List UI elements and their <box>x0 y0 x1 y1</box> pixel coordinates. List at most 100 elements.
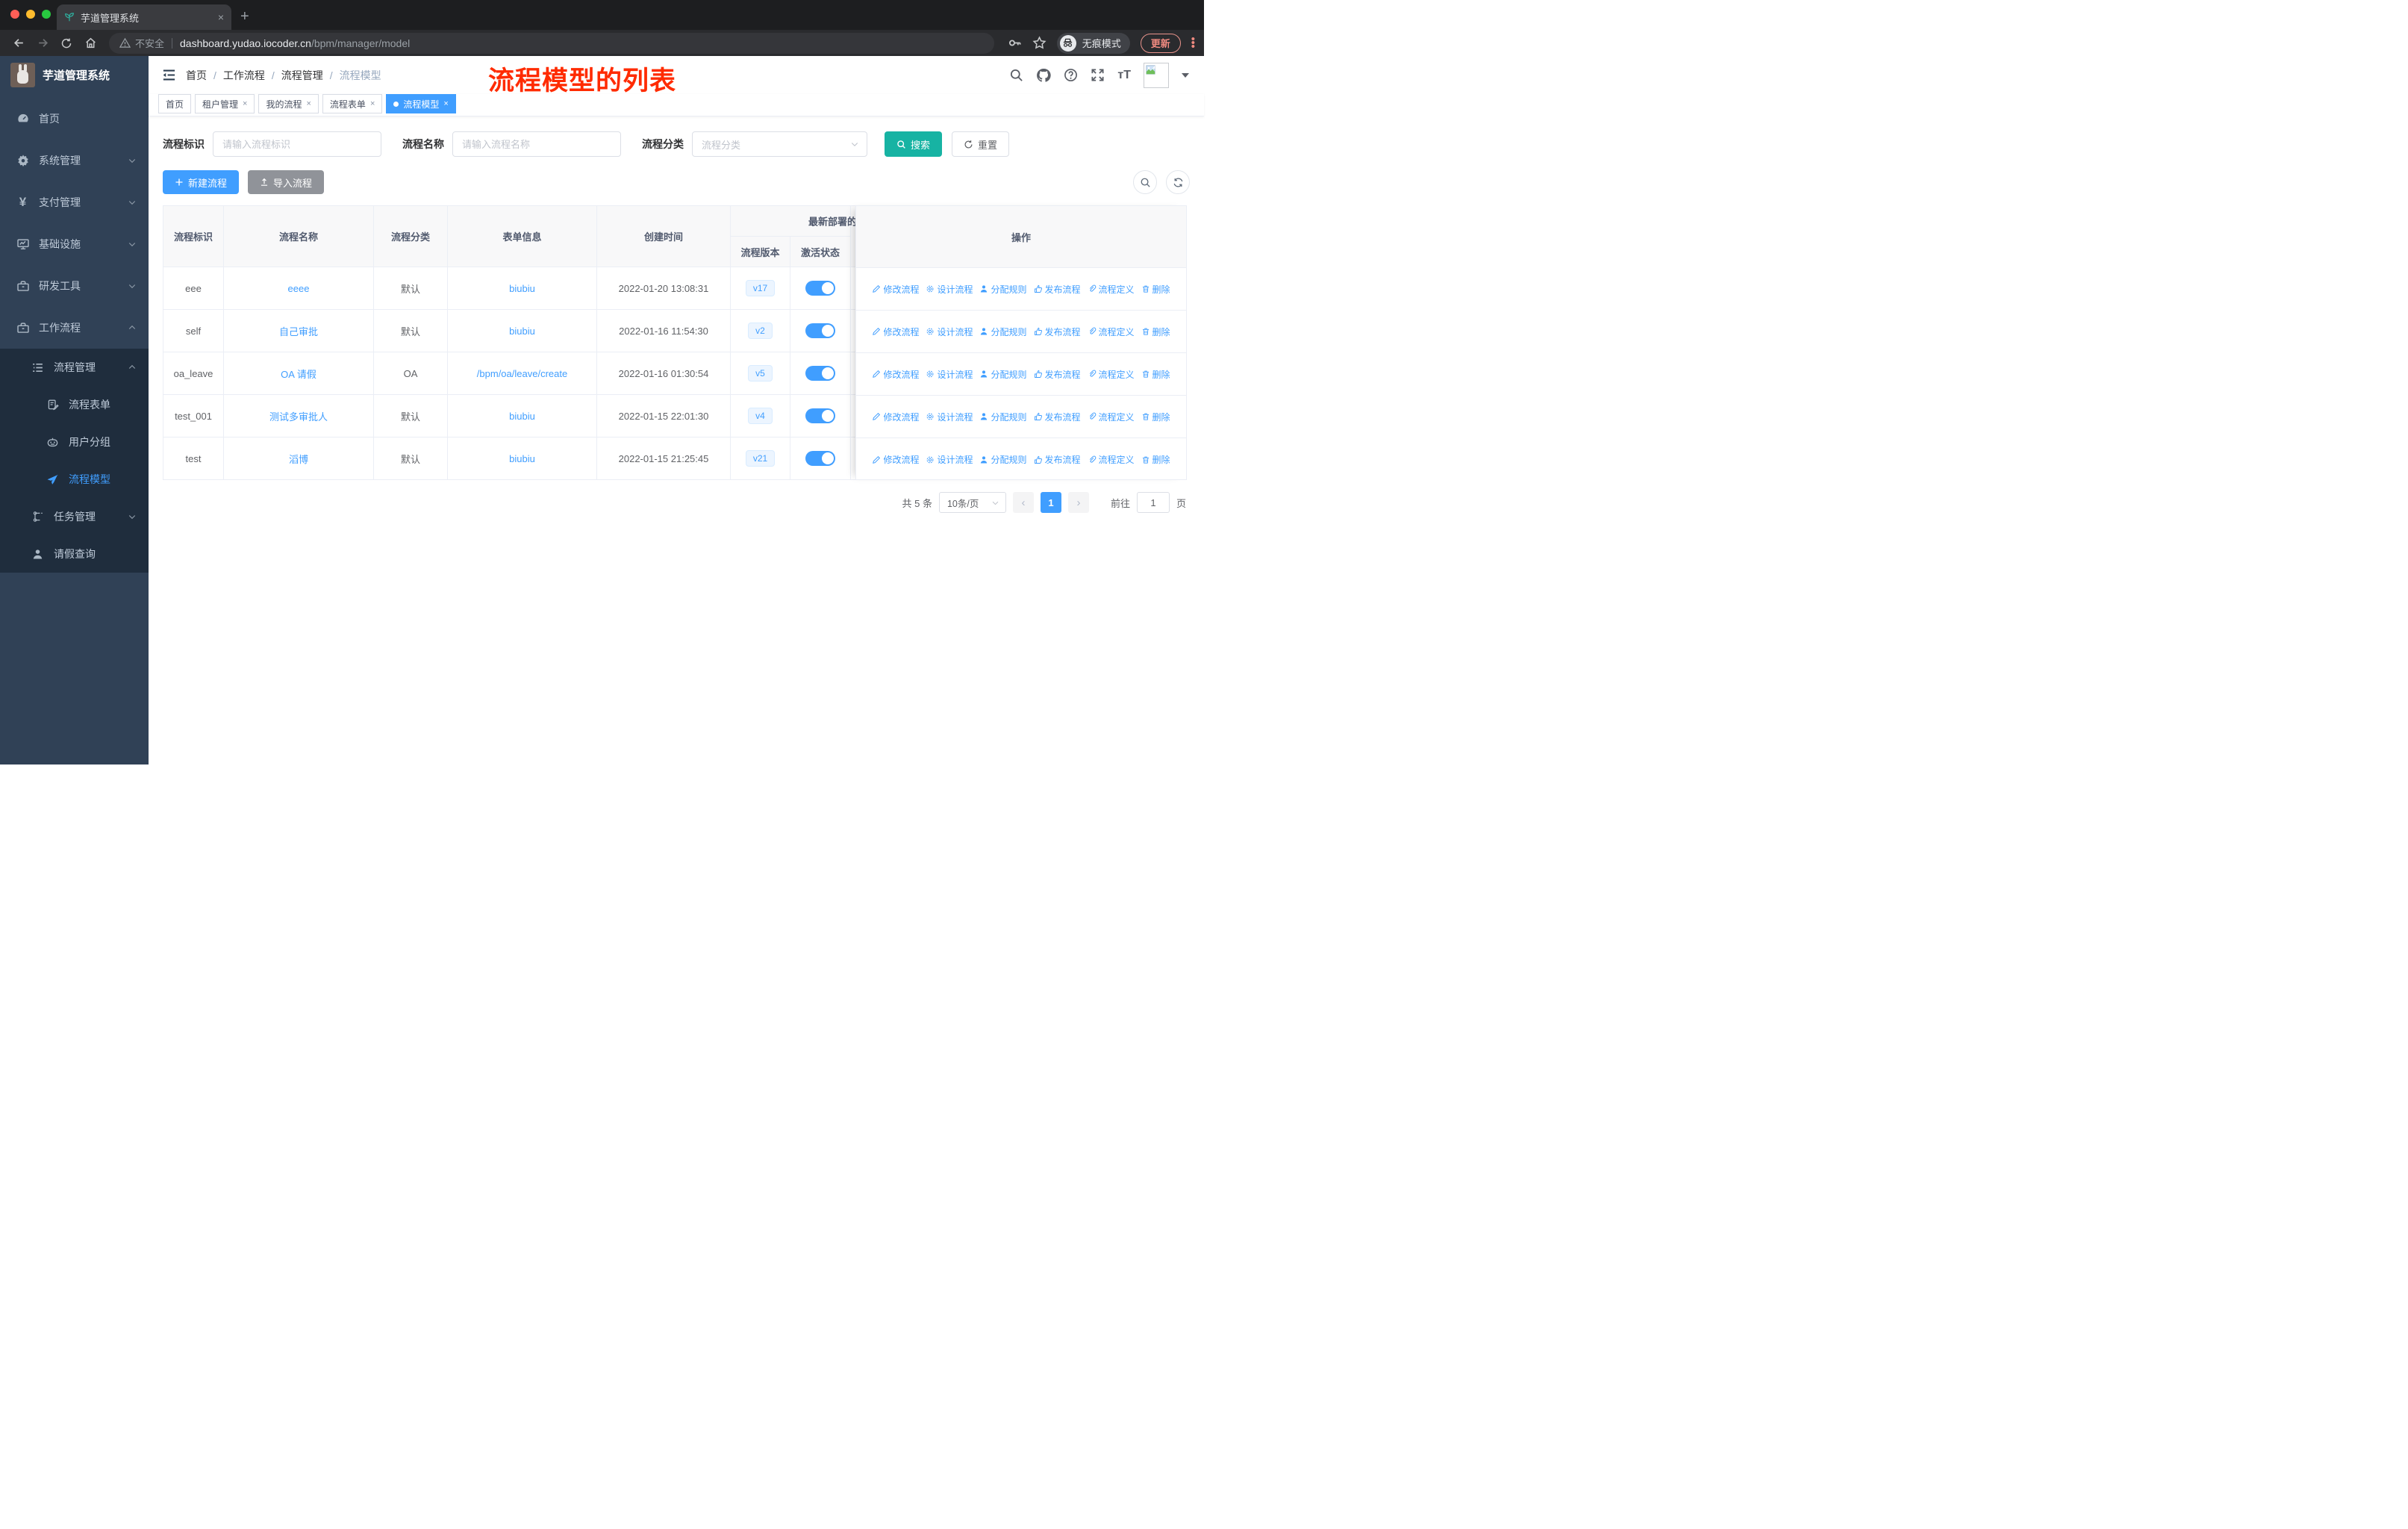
reset-button[interactable]: 重置 <box>952 131 1010 157</box>
action-delete-link[interactable]: 删除 <box>1141 283 1170 296</box>
action-design-link[interactable]: 设计流程 <box>926 411 973 423</box>
maximize-window-button[interactable] <box>42 10 51 19</box>
process-name-link[interactable]: OA 请假 <box>281 369 316 380</box>
next-page-button[interactable]: › <box>1067 492 1089 513</box>
action-design-link[interactable]: 设计流程 <box>926 326 973 338</box>
close-icon[interactable]: × <box>443 99 448 108</box>
action-design-link[interactable]: 设计流程 <box>926 453 973 466</box>
form-info-link[interactable]: biubiu <box>509 283 535 294</box>
tag-home[interactable]: 首页 <box>158 94 192 113</box>
action-publish-link[interactable]: 发布流程 <box>1034 283 1081 296</box>
minimize-window-button[interactable] <box>26 10 35 19</box>
action-publish-link[interactable]: 发布流程 <box>1034 326 1081 338</box>
breadcrumb-process-mgmt[interactable]: 流程管理 <box>281 68 323 83</box>
reload-icon[interactable] <box>57 34 76 53</box>
sidebar-item-infra[interactable]: 基础设施 <box>0 223 149 265</box>
font-size-icon[interactable]: тT <box>1117 69 1131 82</box>
avatar[interactable] <box>1144 62 1169 88</box>
action-assign-link[interactable]: 分配规则 <box>979 411 1027 423</box>
search-button[interactable]: 搜索 <box>885 131 943 157</box>
browser-menu-icon[interactable]: • • • <box>1191 34 1195 52</box>
bookmark-star-icon[interactable] <box>1032 36 1047 50</box>
action-delete-link[interactable]: 删除 <box>1141 453 1170 466</box>
action-delete-link[interactable]: 删除 <box>1141 411 1170 423</box>
action-edit-link[interactable]: 修改流程 <box>872 368 919 381</box>
action-assign-link[interactable]: 分配规则 <box>979 283 1027 296</box>
toggle-search-button[interactable] <box>1133 170 1157 194</box>
action-publish-link[interactable]: 发布流程 <box>1034 411 1081 423</box>
breadcrumb-home[interactable]: 首页 <box>186 68 207 83</box>
app-logo[interactable]: 芋道管理系统 <box>0 56 149 93</box>
action-edit-link[interactable]: 修改流程 <box>872 326 919 338</box>
process-key-input[interactable] <box>213 131 381 157</box>
create-process-button[interactable]: 新建流程 <box>163 170 240 194</box>
tag-process-model[interactable]: 流程模型 × <box>386 94 456 113</box>
action-edit-link[interactable]: 修改流程 <box>872 411 919 423</box>
prev-page-button[interactable]: ‹ <box>1012 492 1034 513</box>
forward-icon[interactable] <box>33 34 52 53</box>
action-edit-link[interactable]: 修改流程 <box>872 453 919 466</box>
close-icon[interactable]: × <box>306 99 311 108</box>
collapse-sidebar-icon[interactable] <box>157 64 180 87</box>
form-info-link[interactable]: biubiu <box>509 411 535 422</box>
sidebar-item-home[interactable]: 首页 <box>0 98 149 140</box>
sidebar-item-leave-query[interactable]: 请假查询 <box>0 535 149 573</box>
sidebar-item-task-mgmt[interactable]: 任务管理 <box>0 498 149 535</box>
process-name-link[interactable]: 测试多审批人 <box>269 411 328 423</box>
action-definition-link[interactable]: 流程定义 <box>1088 368 1135 381</box>
action-assign-link[interactable]: 分配规则 <box>979 326 1027 338</box>
action-definition-link[interactable]: 流程定义 <box>1088 453 1135 466</box>
github-icon[interactable] <box>1036 68 1052 83</box>
help-icon[interactable] <box>1064 68 1078 82</box>
close-icon[interactable]: × <box>370 99 375 108</box>
tag-my-process[interactable]: 我的流程 × <box>258 94 319 113</box>
active-toggle[interactable] <box>805 323 835 338</box>
sidebar-item-process-mgmt[interactable]: 流程管理 <box>0 349 149 386</box>
action-assign-link[interactable]: 分配规则 <box>979 453 1027 466</box>
search-icon[interactable] <box>1009 68 1023 82</box>
process-name-link[interactable]: 自己审批 <box>279 326 318 337</box>
action-publish-link[interactable]: 发布流程 <box>1034 368 1081 381</box>
action-edit-link[interactable]: 修改流程 <box>872 283 919 296</box>
security-status[interactable]: 不安全 <box>119 36 164 50</box>
chrome-update-button[interactable]: 更新 <box>1140 33 1181 53</box>
import-process-button[interactable]: 导入流程 <box>248 170 325 194</box>
action-definition-link[interactable]: 流程定义 <box>1088 411 1135 423</box>
avatar-caret-icon[interactable] <box>1182 72 1189 78</box>
sidebar-item-process-form[interactable]: 流程表单 <box>0 386 149 423</box>
active-toggle[interactable] <box>805 408 835 423</box>
active-toggle[interactable] <box>805 451 835 466</box>
process-name-link[interactable]: 滔博 <box>289 454 308 465</box>
process-name-input[interactable] <box>452 131 621 157</box>
action-delete-link[interactable]: 删除 <box>1141 368 1170 381</box>
category-select[interactable]: 流程分类 <box>692 131 867 157</box>
back-icon[interactable] <box>9 34 28 53</box>
active-toggle[interactable] <box>805 366 835 381</box>
active-toggle[interactable] <box>805 281 835 296</box>
process-name-link[interactable]: eeee <box>288 283 310 294</box>
new-tab-button[interactable]: + <box>240 8 249 25</box>
form-info-link[interactable]: /bpm/oa/leave/create <box>477 368 567 379</box>
page-size-select[interactable]: 10条/页 <box>938 492 1006 513</box>
home-icon[interactable] <box>81 34 100 53</box>
form-info-link[interactable]: biubiu <box>509 453 535 464</box>
action-delete-link[interactable]: 删除 <box>1141 326 1170 338</box>
breadcrumb-workflow[interactable]: 工作流程 <box>223 68 265 83</box>
close-window-button[interactable] <box>10 10 19 19</box>
browser-tab[interactable]: 芋道管理系统 × <box>57 4 231 30</box>
action-definition-link[interactable]: 流程定义 <box>1088 326 1135 338</box>
goto-page-input[interactable] <box>1136 492 1170 513</box>
tab-close-icon[interactable]: × <box>218 11 224 23</box>
action-assign-link[interactable]: 分配规则 <box>979 368 1027 381</box>
sidebar-item-workflow[interactable]: 工作流程 <box>0 307 149 349</box>
refresh-table-button[interactable] <box>1166 170 1190 194</box>
action-definition-link[interactable]: 流程定义 <box>1088 283 1135 296</box>
address-bar[interactable]: 不安全 dashboard.yudao.iocoder.cn/bpm/manag… <box>109 32 994 54</box>
form-info-link[interactable]: biubiu <box>509 326 535 337</box>
current-page-button[interactable]: 1 <box>1040 492 1061 513</box>
tag-process-form[interactable]: 流程表单 × <box>322 94 383 113</box>
close-icon[interactable]: × <box>243 99 247 108</box>
action-design-link[interactable]: 设计流程 <box>926 283 973 296</box>
sidebar-item-user-group[interactable]: 用户分组 <box>0 423 149 461</box>
action-publish-link[interactable]: 发布流程 <box>1034 453 1081 466</box>
